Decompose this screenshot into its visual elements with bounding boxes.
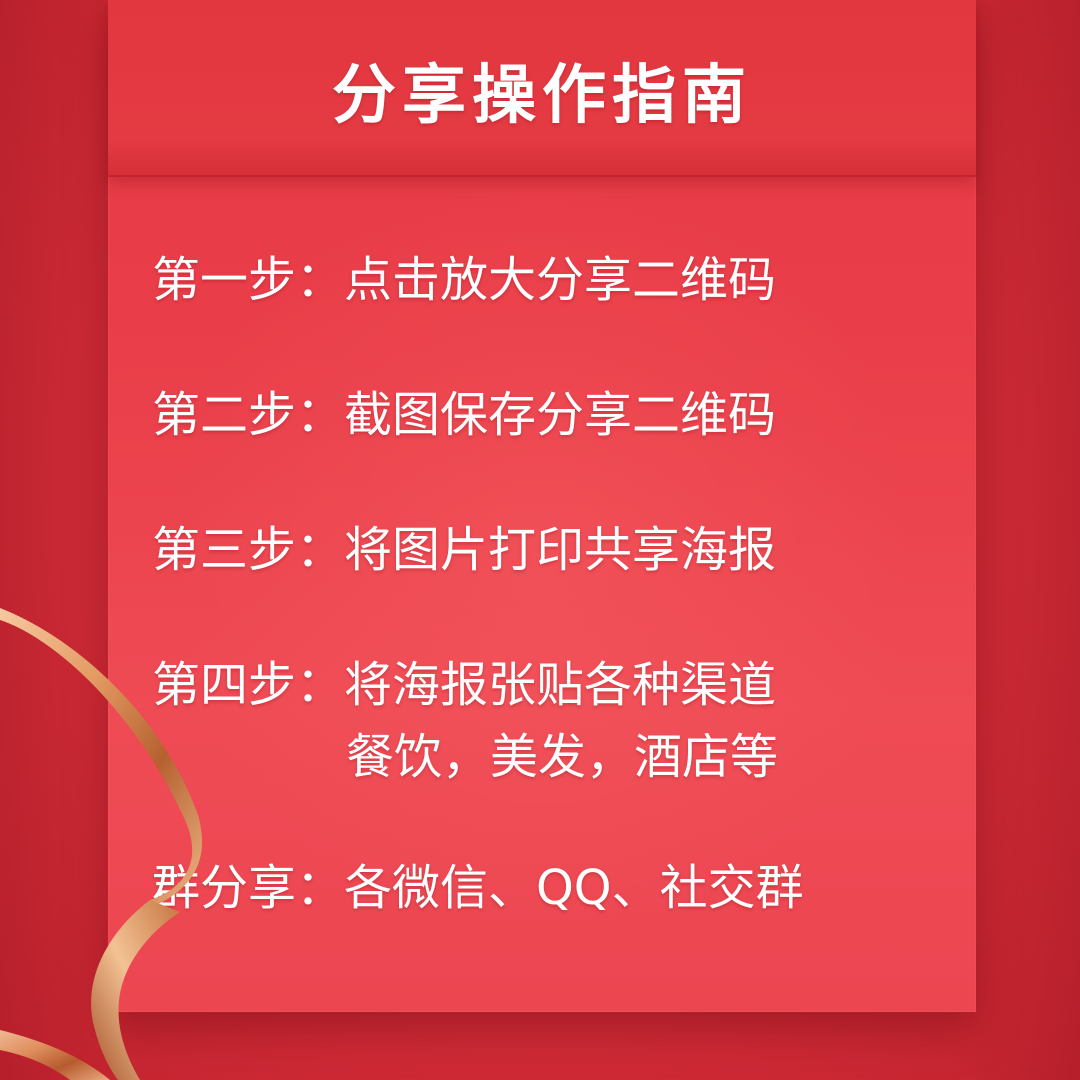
gold-ribbon-icon: [0, 608, 203, 1080]
step-1-label: 第一步：: [152, 252, 345, 308]
step-3-text: 将图片打印共享海报: [344, 522, 777, 578]
step-3: 第三步：将图片打印共享海报: [152, 520, 776, 580]
step-2-label: 第二步：: [152, 387, 345, 443]
group-share-text: 各微信、QQ、社交群: [344, 860, 804, 916]
step-3-label: 第三步：: [152, 522, 345, 578]
step-2: 第二步：截图保存分享二维码: [152, 385, 776, 445]
step-1: 第一步：点击放大分享二维码: [152, 250, 776, 310]
step-1-text: 点击放大分享二维码: [344, 252, 777, 308]
step-4-text: 将海报张贴各种渠道: [344, 657, 777, 713]
step-2-text: 截图保存分享二维码: [344, 387, 777, 443]
